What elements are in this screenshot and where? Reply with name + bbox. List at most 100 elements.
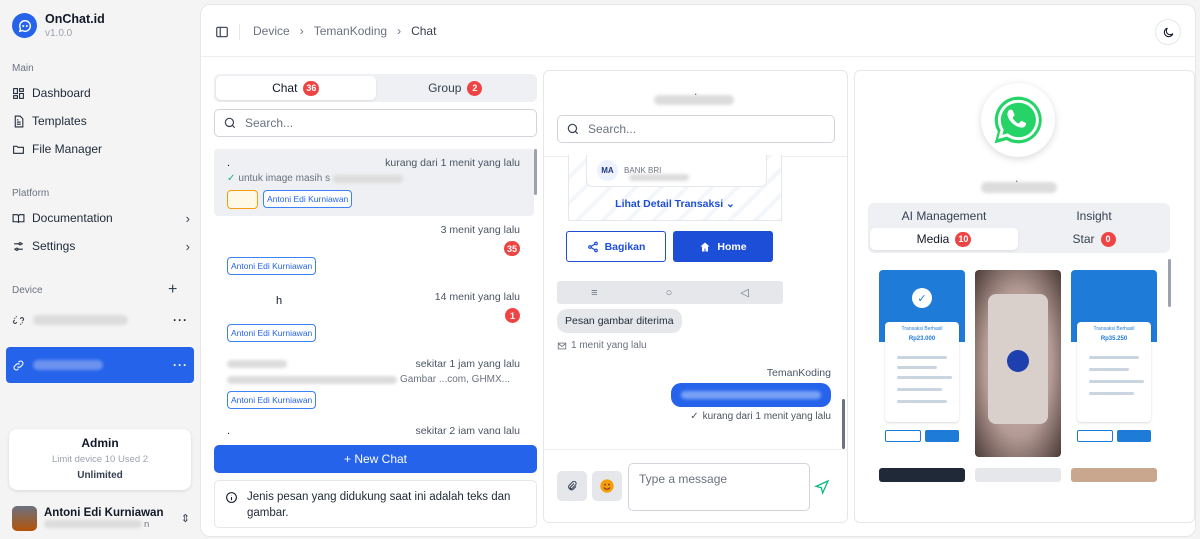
unread-badge: 35 [503, 241, 520, 256]
media-thumbnail[interactable] [879, 468, 965, 482]
send-icon[interactable] [814, 479, 830, 495]
chat-logo-icon [12, 13, 37, 38]
sidebar-item-templates[interactable]: Templates [12, 110, 190, 132]
timestamp: kurang dari 1 menit yang lalu [702, 411, 831, 422]
back-icon: ◁ [740, 287, 749, 299]
list-item[interactable]: . kurang dari 1 menit yang lalu ✓ untuk … [214, 149, 534, 216]
breadcrumb-device-name[interactable]: TemanKoding [314, 24, 387, 38]
new-chat-button[interactable]: + New Chat [214, 445, 537, 473]
more-icon[interactable]: ··· [173, 358, 188, 372]
more-icon[interactable]: ··· [173, 313, 188, 327]
share-icon [587, 241, 598, 252]
emoji-button[interactable] [592, 471, 622, 501]
thumb-amount: Rp23.000 [908, 336, 936, 342]
outgoing-message[interactable] [671, 383, 831, 407]
preview-text: untuk image masih s [238, 173, 331, 184]
tab-chat[interactable]: Chat 36 [216, 76, 376, 100]
list-item[interactable]: h 14 menit yang lalu 1 Antoni Edi Kurnia… [214, 283, 534, 350]
main-panel: Device › TemanKoding › Chat Chat 36 Grou… [200, 4, 1196, 537]
sidebar-item-dashboard[interactable]: Dashboard [12, 82, 190, 104]
media-thumbnail[interactable]: ✓ Transaksi Berhasil Rp23.000 [879, 270, 965, 457]
message-input[interactable]: Type a message [628, 463, 810, 511]
media-thumbnail[interactable] [975, 468, 1061, 482]
thumb-caption: Transaksi Berhasil [1093, 326, 1135, 332]
composer: Type a message [544, 449, 847, 522]
scrollbar[interactable] [534, 149, 537, 195]
plan-card-plan: Unlimited [77, 470, 123, 481]
media-thumbnail[interactable] [975, 270, 1061, 457]
user-name: Antoni Edi Kurniawan [44, 506, 164, 519]
sidebar-item-settings[interactable]: Settings › [12, 235, 190, 257]
mail-icon [557, 342, 567, 349]
user-menu[interactable]: Antoni Edi Kurniawan n ⇕ [12, 505, 190, 531]
breadcrumb-device[interactable]: Device [253, 24, 290, 38]
sidebar-item-label: Dashboard [32, 86, 91, 100]
link-broken-icon [12, 315, 25, 325]
divider [239, 24, 240, 40]
device-item-active[interactable]: ··· [6, 347, 194, 383]
moon-icon [1163, 27, 1173, 37]
preview-redacted [333, 174, 404, 183]
scrollbar[interactable] [842, 399, 845, 449]
sidebar-item-label: Templates [32, 114, 87, 128]
tab-media[interactable]: Media 10 [870, 228, 1018, 250]
sidebar-item-label: Settings [32, 239, 76, 253]
chat-tabs: Chat 36 Group 2 [214, 74, 537, 102]
contact-name: . [227, 157, 231, 169]
tab-insight[interactable]: Insight [1020, 205, 1168, 227]
theme-toggle-button[interactable] [1155, 19, 1181, 45]
sidebar-item-documentation[interactable]: Documentation › [12, 207, 190, 229]
device-item[interactable]: ··· [6, 302, 194, 338]
brand[interactable]: OnChat.id v1.0.0 [12, 12, 105, 39]
info-icon [226, 492, 237, 503]
attach-button[interactable] [557, 471, 587, 501]
contact-name-redacted [981, 182, 1057, 193]
list-item[interactable]: sekitar 1 jam yang lalu Gambar ...com, G… [214, 350, 534, 417]
home-button: Home [673, 231, 773, 262]
receipt-screenshot: Transaksi Berhasil Rp35.250 [1071, 270, 1157, 457]
chevron-right-icon: › [397, 24, 402, 38]
plan-card-title: Admin [81, 436, 119, 450]
home-circle-icon: ○ [665, 286, 673, 299]
chat-search-input[interactable]: Search... [214, 109, 537, 137]
media-thumbnail[interactable] [1071, 468, 1157, 482]
message-search-input[interactable]: Search... [557, 115, 835, 143]
media-thumbnail[interactable]: Transaksi Berhasil Rp35.250 [1071, 270, 1157, 457]
unread-badge: 1 [505, 308, 520, 323]
assignee-tag: Antoni Edi Kurniawan [227, 257, 317, 275]
incoming-message[interactable]: Pesan gambar diterima [557, 309, 682, 333]
message-preview: ✓ untuk image masih s [227, 173, 404, 184]
share-button: Bagikan [566, 231, 666, 262]
count-badge: 36 [303, 80, 320, 96]
tab-label: Insight [1076, 209, 1112, 223]
account-redacted [629, 174, 689, 181]
list-item[interactable]: 3 menit yang lalu 35 Antoni Edi Kurniawa… [214, 216, 534, 283]
list-item[interactable]: . sekitar 2 jam yang lalu [214, 417, 534, 434]
scrollbar[interactable] [1168, 259, 1171, 307]
tab-label: Media [916, 232, 950, 246]
thumb-caption: Transaksi Berhasil [901, 326, 943, 332]
sidebar-toggle-icon[interactable] [215, 25, 229, 39]
incoming-meta: 1 menit yang lalu [557, 340, 647, 351]
receipt-image[interactable]: MA BANK BRI Lihat Detail Transaksi ⌄ [568, 155, 782, 221]
sidebar-item-file-manager[interactable]: File Manager [12, 138, 190, 160]
chevron-right-icon: › [185, 238, 190, 254]
add-device-icon[interactable]: + [168, 281, 177, 299]
folder-icon [13, 145, 24, 154]
message-redacted [681, 391, 821, 399]
detail-transaction-link: Lihat Detail Transaksi ⌄ [615, 198, 735, 210]
avatar [12, 505, 37, 531]
tab-star[interactable]: Star 0 [1020, 228, 1168, 250]
tab-label: Chat [272, 81, 298, 95]
tab-ai-management[interactable]: AI Management [870, 205, 1018, 227]
plan-card-limit: Limit device 10 Used 2 [51, 454, 149, 465]
tab-label: Group [428, 81, 462, 95]
double-check-icon: ✓ [690, 411, 699, 422]
chat-list-panel: Chat 36 Group 2 Search... . kurang dari … [214, 74, 537, 529]
info-tabs: AI Management Insight Media 10 Star 0 [868, 203, 1170, 253]
tab-group[interactable]: Group 2 [376, 76, 536, 100]
link-icon [13, 360, 24, 370]
home-label: Home [717, 240, 747, 253]
thumb-amount: Rp35.250 [1100, 336, 1128, 342]
timestamp: 14 menit yang lalu [434, 291, 520, 303]
